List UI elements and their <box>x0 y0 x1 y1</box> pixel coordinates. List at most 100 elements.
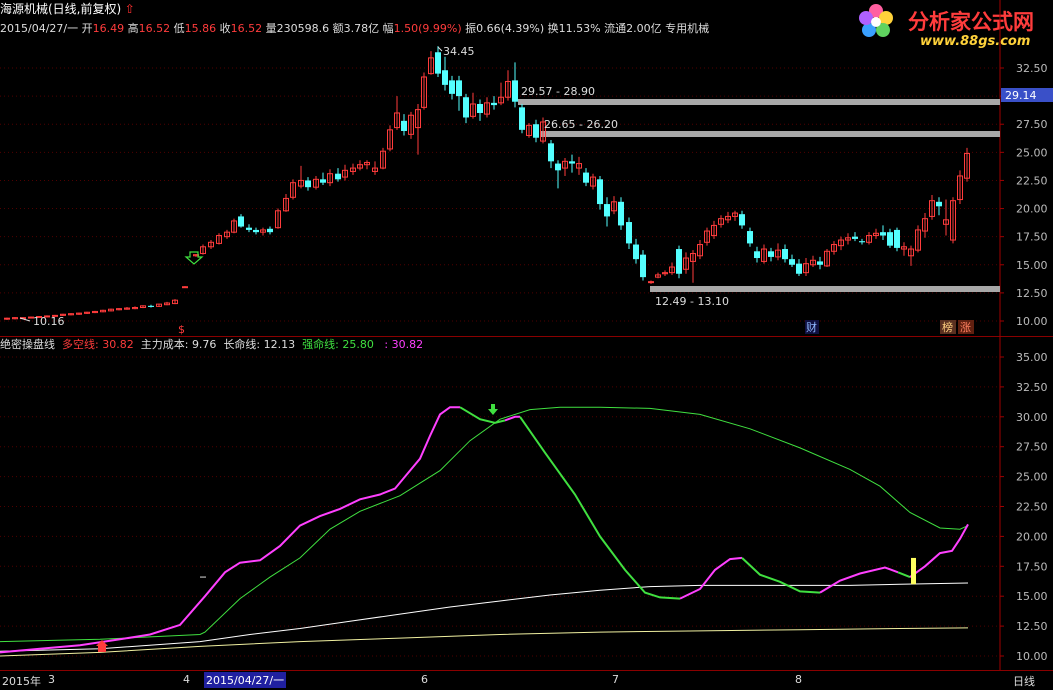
candle-body <box>796 263 802 274</box>
candle-body <box>597 179 603 205</box>
candle-body <box>463 97 469 118</box>
high-pointer-line <box>437 46 443 52</box>
candle-body <box>512 80 518 102</box>
candle-body <box>435 52 441 74</box>
candle-body <box>491 102 497 106</box>
indicator-tick-label: 35.00 <box>1016 351 1048 364</box>
resistance-zone-1 <box>518 99 1000 105</box>
indicator-tick-label: 27.50 <box>1016 441 1048 454</box>
price-tick-label: 10.00 <box>1016 315 1048 328</box>
indicator-tick-label: 25.00 <box>1016 471 1048 484</box>
candle-body <box>320 179 326 183</box>
candle-body <box>305 180 311 188</box>
month-label-4: 4 <box>183 673 190 686</box>
indicator-chart[interactable]: 35.00 32.50 30.00 27.50 25.00 22.50 20.00 17.50… <box>0 336 1053 670</box>
candle-body <box>739 214 745 226</box>
cai-marker: 财 <box>806 320 817 334</box>
candle-body <box>442 70 448 85</box>
zone-3-label: 12.49 - 13.10 <box>655 295 729 308</box>
candle-body <box>555 163 561 171</box>
qiangming-line <box>0 406 969 643</box>
price-tick-label: 32.50 <box>1016 62 1048 75</box>
indicator-tick-label: 15.00 <box>1016 590 1048 603</box>
candle-body <box>754 251 760 259</box>
candle-body <box>676 249 682 274</box>
candle-body <box>238 216 244 227</box>
candle-body <box>894 229 900 248</box>
zhang-marker: 涨 <box>960 321 971 334</box>
price-tick-label: 17.50 <box>1016 231 1048 244</box>
candle-body <box>569 161 575 164</box>
price-tick-label: 15.00 <box>1016 259 1048 272</box>
sell-signal-arrow-icon <box>488 404 498 415</box>
high-price-label: 34.45 <box>443 45 475 58</box>
candle-body <box>626 222 632 244</box>
candle-body <box>583 172 589 183</box>
price-tick-label: 20.00 <box>1016 203 1048 216</box>
month-label-8: 8 <box>795 673 802 686</box>
candle-body <box>456 80 462 97</box>
candle-body <box>267 228 273 233</box>
price-tick-label: 22.50 <box>1016 174 1048 187</box>
candle-body <box>936 201 942 207</box>
candle-body <box>618 201 624 226</box>
indicator-tick-label: 17.50 <box>1016 560 1048 573</box>
candle-body <box>782 249 788 260</box>
zone-1-label: 29.57 - 28.90 <box>521 85 595 98</box>
candle-body <box>182 286 188 289</box>
month-label-6: 6 <box>421 673 428 686</box>
duokong-line-rising-4 <box>819 566 899 594</box>
candle-body <box>253 229 259 233</box>
candle-body <box>768 251 774 257</box>
indicator-tick-label: 12.50 <box>1016 620 1048 633</box>
indicator-tick-label: 10.00 <box>1016 650 1048 663</box>
price-tick-label: 25.00 <box>1016 146 1048 159</box>
resistance-zone-2 <box>541 131 1000 137</box>
duokong-line-falling-3 <box>741 557 821 594</box>
candle-body <box>817 261 823 265</box>
indicator-tick-label: 30.00 <box>1016 411 1048 424</box>
duokong-line-falling-4 <box>897 571 911 579</box>
candle-body <box>335 173 341 180</box>
duokong-line-rising-3 <box>679 556 743 600</box>
low-price-label: 10.16 <box>33 315 65 328</box>
candle-body <box>519 107 525 130</box>
candle-body <box>4 317 10 320</box>
candle-body <box>533 124 539 138</box>
current-price-text: 29.14 <box>1005 89 1037 102</box>
price-tick-label: 12.50 <box>1016 287 1048 300</box>
candle-body <box>887 232 893 246</box>
changming-line <box>0 582 969 652</box>
candle-body <box>449 80 455 94</box>
candle-body <box>640 254 646 278</box>
price-tick-label: 27.50 <box>1016 118 1048 131</box>
time-axis-bar: 2015年 3 4 2015/04/27/一 6 7 8 日线 <box>0 670 1053 690</box>
zone-2-label: 26.65 - 26.20 <box>544 118 618 131</box>
indicator-tick-label: 22.50 <box>1016 501 1048 514</box>
indicator-tick-label: 32.50 <box>1016 381 1048 394</box>
bang-marker: 榜 <box>942 320 953 334</box>
candle-body <box>789 259 795 265</box>
candle-body <box>747 231 753 244</box>
dollar-marker: $ <box>178 323 185 336</box>
indicator-tick-label: 20.00 <box>1016 530 1048 543</box>
year-label: 2015年 <box>2 675 41 688</box>
candle-body <box>246 227 252 230</box>
month-label-7: 7 <box>612 673 619 686</box>
candle-body <box>880 232 886 236</box>
duokong-line-falling-2 <box>519 416 681 600</box>
candle-body <box>859 241 865 243</box>
candle-body <box>633 244 639 260</box>
period-label[interactable]: 日线 <box>1013 673 1035 689</box>
candle-body <box>604 204 610 217</box>
candle-body <box>548 143 554 162</box>
candle-body <box>852 236 858 239</box>
cursor-date: 2015/04/27/一 <box>204 672 287 688</box>
candle-body <box>401 120 407 131</box>
candle-body <box>148 305 154 307</box>
duokong-line-rising-5 <box>909 523 969 578</box>
month-label-3: 3 <box>48 673 55 686</box>
buy-signal-arrow-icon <box>184 251 204 265</box>
candlestick-chart[interactable]: 32.5030.0027.5025.0022.5020.0017.5015.00… <box>0 0 1053 336</box>
candle-body <box>648 281 654 284</box>
